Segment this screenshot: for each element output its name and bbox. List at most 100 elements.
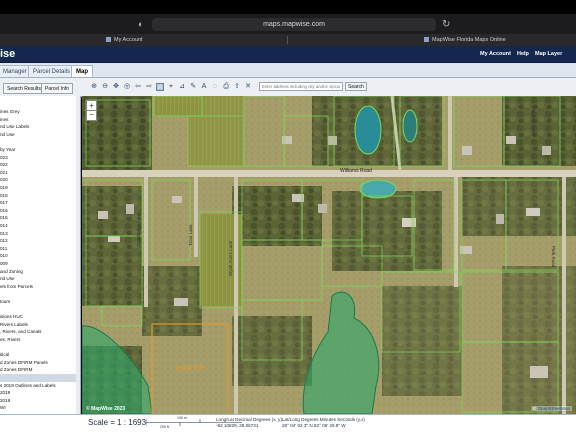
svg-text:Cambridge Lane: Cambridge Lane [136, 212, 141, 246]
full-extent-icon[interactable]: ◎ [123, 83, 131, 91]
svg-text:Flamingo Drive: Flamingo Drive [531, 106, 536, 137]
export-icon[interactable]: ⇪ [233, 83, 241, 91]
browser-tab-my-account[interactable]: My Account [106, 34, 142, 46]
layer-item[interactable]: nd Use Labels [0, 123, 80, 131]
layer-item[interactable]: 017 [0, 199, 80, 207]
app-tab-bar: Manager Parcel Details Map [0, 63, 576, 78]
layer-item[interactable]: tours [0, 298, 80, 306]
clear-icon[interactable]: ✕ [244, 83, 252, 91]
layer-item[interactable]: 009 [0, 260, 80, 268]
road-label-williams: Williams Road [340, 168, 372, 174]
layer-item[interactable]: s 2019 Outlines and Labels [0, 382, 80, 390]
browser-tab-label: MapWise Florida Maps Online [432, 37, 506, 43]
browser-tab-mapwise[interactable]: MapWise Florida Maps Online [424, 34, 506, 46]
label-icon[interactable]: A [200, 83, 208, 91]
draw-icon[interactable]: ✎ [189, 83, 197, 91]
layer-item[interactable]: d Zones DFIRM Panels [0, 359, 80, 367]
svg-text:Park Road: Park Road [551, 246, 556, 268]
scale-readout: Scale = 1 : 1693 [88, 418, 147, 427]
layer-item[interactable]: 019 [0, 184, 80, 192]
layer-item[interactable] [0, 138, 80, 146]
tab-manager[interactable]: Manager [0, 65, 32, 77]
browser-tab-strip: My Account MapWise Florida Maps Online [0, 34, 576, 46]
layer-item[interactable]: ines Grey [0, 108, 80, 116]
layer-item[interactable]: 016 [0, 207, 80, 215]
layer-item[interactable]: itical [0, 351, 80, 359]
layer-item[interactable] [0, 374, 80, 382]
tab-map[interactable]: Map [71, 65, 93, 77]
layer-item[interactable]: 2019 [0, 397, 80, 405]
layer-list-panel: ines Grey ines nd Use Labels nd Use by Year 0… [0, 96, 81, 414]
site-header: ise My Account Help Map Layer Direct [0, 46, 576, 73]
tab-divider [287, 36, 288, 44]
scalebar-top-label: 100 m [177, 416, 187, 420]
layer-item[interactable]: 013 [0, 230, 80, 238]
layer-item[interactable]: d Zones DFIRM [0, 366, 80, 374]
search-button[interactable]: Search [345, 82, 367, 91]
map-copyright: © MapWise 2023 [86, 406, 126, 412]
zoom-out-tool-icon[interactable]: ⊖ [101, 83, 109, 91]
panel-scrollbar[interactable] [76, 96, 80, 414]
layer-item[interactable]: by Year [0, 146, 80, 154]
osm-attribution[interactable]: © OpenStreetMap [530, 406, 572, 411]
window-top-bar [0, 0, 576, 14]
layer-item[interactable]: 021 [0, 169, 80, 177]
print-icon[interactable]: ⎙ [222, 83, 230, 91]
back-icon[interactable]: ⇦ [134, 83, 142, 91]
scalebar-bottom-label: 200 ft [160, 425, 169, 429]
layer-item[interactable]: 011 [0, 245, 80, 253]
layer-item[interactable]: 012 [0, 237, 80, 245]
layer-item[interactable] [0, 290, 80, 298]
measure-icon[interactable]: ⊿ [178, 83, 186, 91]
address-bar[interactable]: maps.mapwise.com [152, 18, 436, 31]
layer-item[interactable]: and Zoning [0, 268, 80, 276]
address-search-input[interactable] [259, 82, 343, 91]
lonlat-value: -82.10829, 28.06731 [216, 423, 259, 428]
pan-tool-icon[interactable]: ✥ [112, 83, 120, 91]
city-label: PLANT CITY [176, 366, 206, 372]
favicon-icon [424, 37, 429, 43]
site-logo[interactable]: ise [0, 46, 15, 62]
layer-item[interactable]: es, Rivers [0, 336, 80, 344]
tab-parcel-info[interactable]: Parcel Info [41, 83, 73, 94]
layer-item[interactable]: 015 [0, 214, 80, 222]
layer-item[interactable]: Rivers Labels [0, 321, 80, 329]
layer-item[interactable]: ines [0, 116, 80, 124]
layer-item[interactable]: isions HUC [0, 313, 80, 321]
layer-item[interactable]: 018 [0, 192, 80, 200]
layer-item[interactable]: , Rivers, and Canals [0, 328, 80, 336]
privacy-shield-icon[interactable]: ◐ [138, 18, 143, 31]
layer-item[interactable]: els from Parcels [0, 283, 80, 291]
nav-map-layer-direct[interactable]: Map Layer Direct [535, 46, 576, 73]
layer-item[interactable] [0, 344, 80, 352]
map-canvas[interactable]: Flamingo Drive Park Road Cambridge Lane … [82, 96, 576, 414]
buffer-icon[interactable]: ◌ [211, 83, 219, 91]
layer-item[interactable]: 010 [0, 252, 80, 260]
layer-item[interactable] [0, 306, 80, 314]
map-toolbar: Search Results Parcel Info ⊕ ⊖ ✥ ◎ ⇦ ⇨ ⬚… [0, 78, 576, 97]
osm-link[interactable]: OpenStreetMap [538, 406, 570, 411]
identify-icon[interactable]: ⌖ [167, 83, 175, 91]
nav-my-account[interactable]: My Account [480, 46, 511, 62]
zoom-in-tool-icon[interactable]: ⊕ [90, 83, 98, 91]
layer-item[interactable]: 2019 [0, 389, 80, 397]
layer-item[interactable]: nd Use [0, 275, 80, 283]
browser-tab-label: My Account [114, 37, 143, 43]
zoom-out-button[interactable]: − [86, 110, 97, 121]
nav-help[interactable]: Help [517, 46, 529, 62]
layer-item[interactable]: nd Use [0, 131, 80, 139]
tab-parcel-details[interactable]: Parcel Details [28, 65, 76, 77]
select-icon[interactable]: ⬚ [156, 83, 164, 91]
layer-item[interactable]: 014 [0, 222, 80, 230]
lonlat-label: Long/Lat Decimal Degrees (x, y) [216, 417, 282, 422]
reload-icon[interactable]: ↻ [442, 18, 450, 31]
tab-search-results[interactable]: Search Results [3, 83, 45, 94]
favicon-icon [106, 37, 111, 43]
layer-item[interactable]: 020 [0, 176, 80, 184]
layer-item[interactable]: 022 [0, 161, 80, 169]
url-text: maps.mapwise.com [263, 21, 325, 28]
forward-icon[interactable]: ⇨ [145, 83, 153, 91]
layer-item[interactable]: 023 [0, 154, 80, 162]
layer-item[interactable]: WI [0, 404, 80, 412]
svg-text:Trout Lane: Trout Lane [188, 224, 193, 246]
